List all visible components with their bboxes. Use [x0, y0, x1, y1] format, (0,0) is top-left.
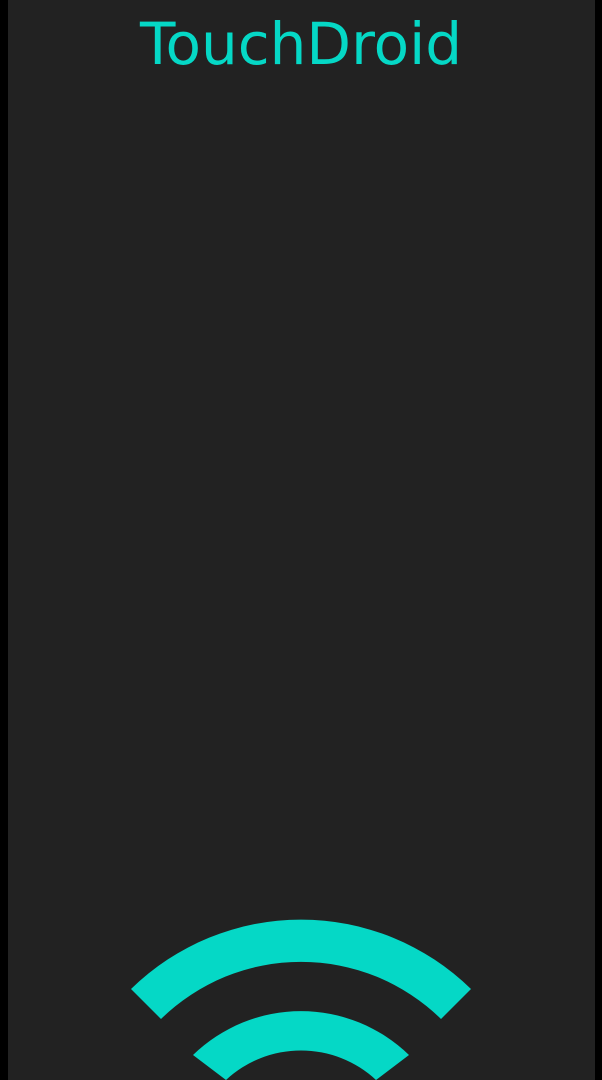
wifi-inner-arc: [193, 1011, 409, 1080]
wifi-outer-arc: [131, 919, 471, 1019]
app-screen: TouchDroid: [0, 0, 602, 1080]
wifi-icon: [131, 919, 471, 1080]
